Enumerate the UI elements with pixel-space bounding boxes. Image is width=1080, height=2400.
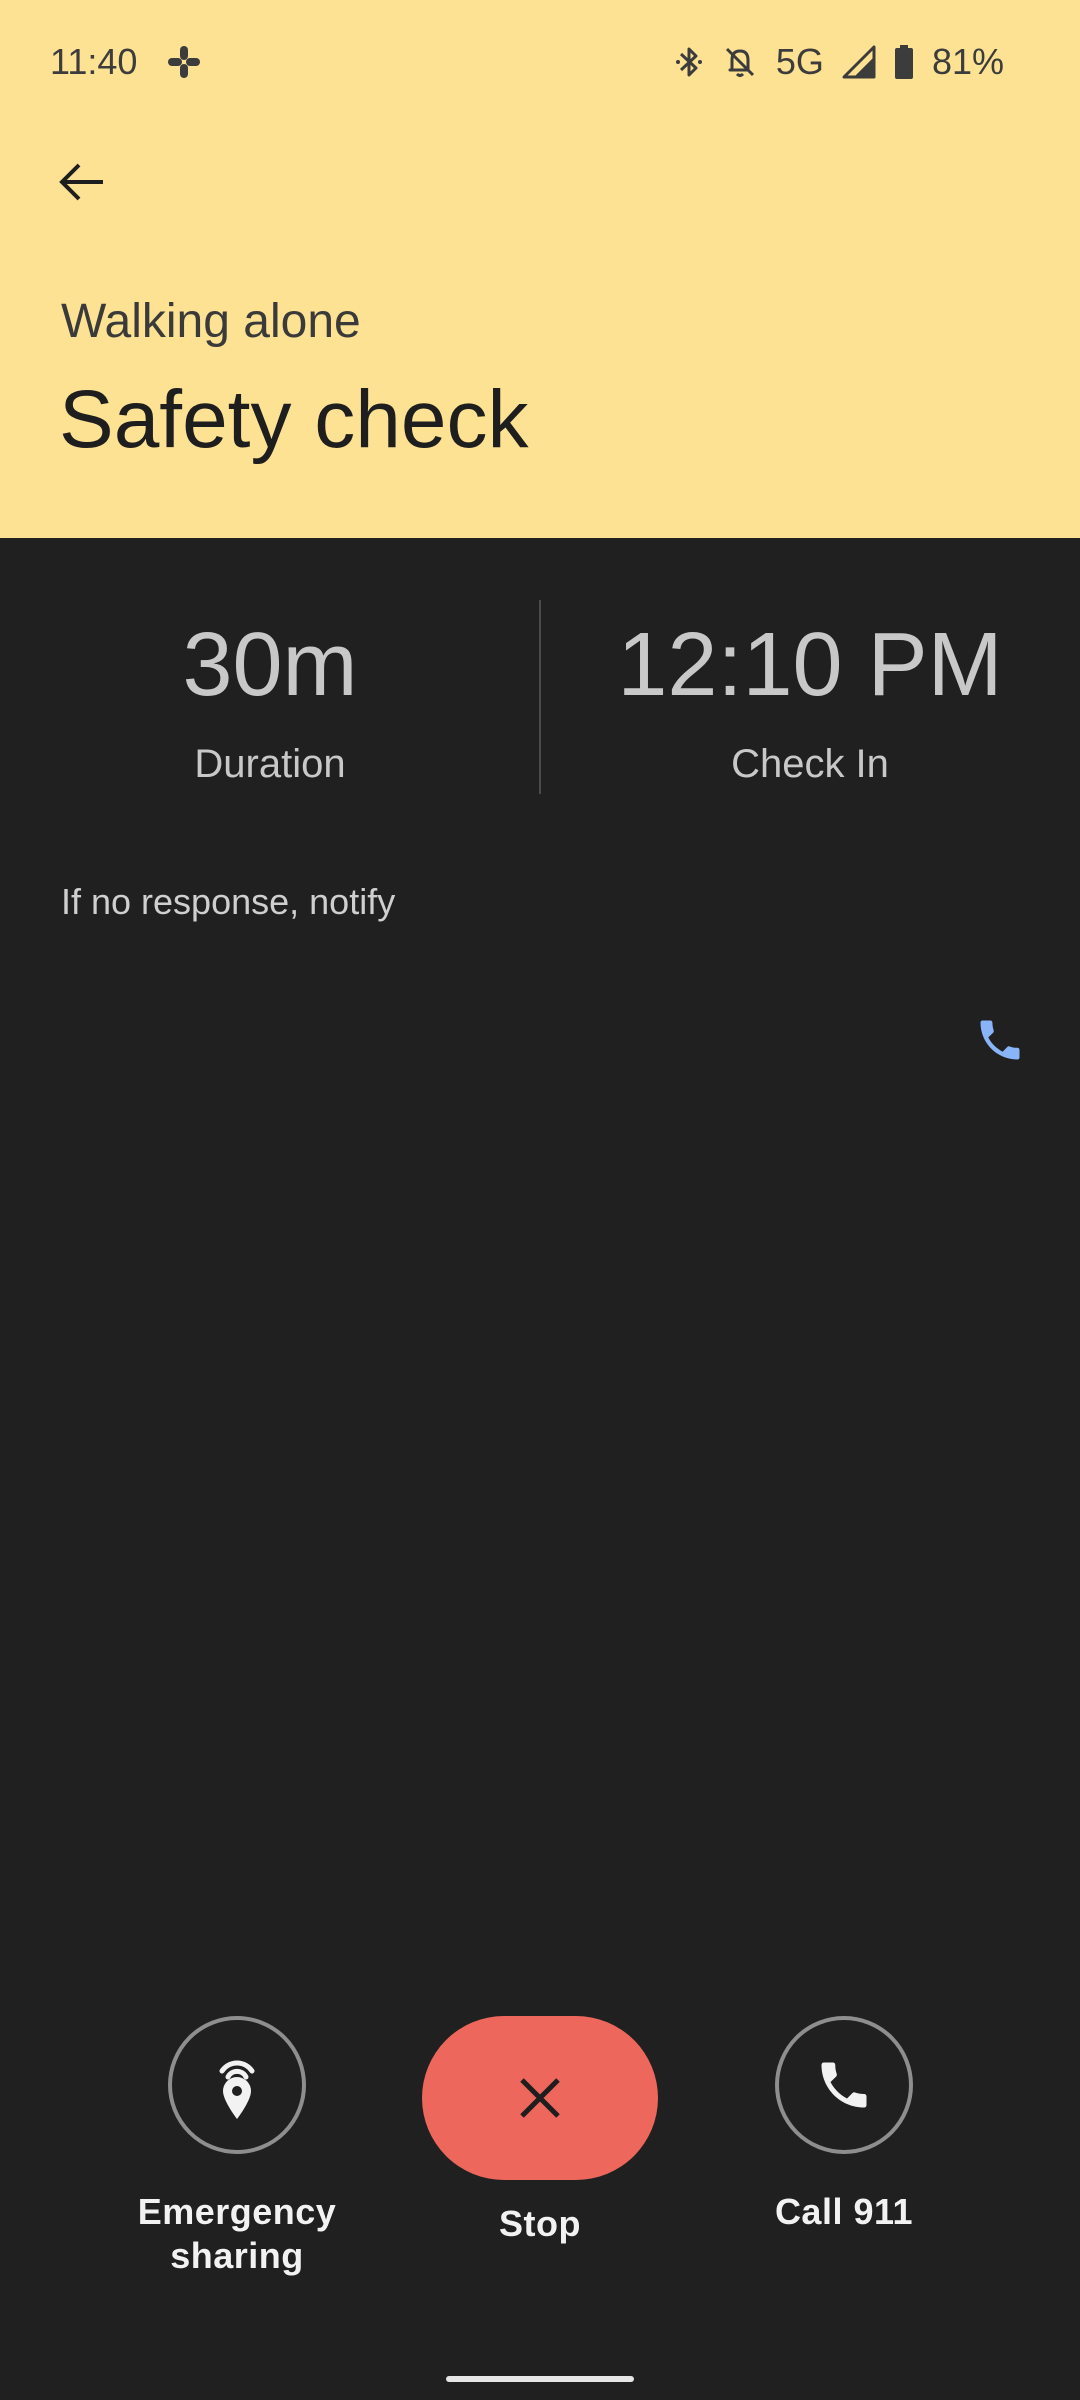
slack-icon [168, 46, 200, 78]
stop-action: Stop [422, 2016, 658, 2246]
check-in-stat[interactable]: 12:10 PM Check In [540, 600, 1080, 794]
phone-icon [821, 2062, 867, 2108]
emergency-sharing-action: Emergency sharing [110, 2016, 364, 2278]
call-911-button[interactable] [775, 2016, 913, 2154]
check-in-label: Check In [731, 742, 889, 786]
call-911-action: Call 911 [744, 2016, 944, 2234]
stop-label: Stop [499, 2203, 581, 2244]
back-button[interactable] [40, 140, 124, 224]
page-subtitle: Walking alone [61, 295, 361, 348]
header: 11:40 5G 81% Walking alone Safety check [0, 0, 1080, 538]
notifications-off-icon [725, 47, 754, 77]
signal-icon [842, 45, 876, 79]
duration-stat[interactable]: 30m Duration [0, 600, 540, 794]
location-broadcast-icon [219, 2060, 255, 2119]
battery-level: 81% [931, 41, 1004, 82]
home-indicator[interactable] [446, 2376, 634, 2382]
close-icon [520, 2078, 560, 2118]
status-time: 11:40 [50, 41, 138, 82]
bluetooth-icon [675, 47, 702, 77]
contact-call-button[interactable] [964, 1004, 1036, 1076]
phone-icon [980, 1020, 1020, 1060]
emergency-sharing-button[interactable] [168, 2016, 306, 2154]
status-bar: 11:40 5G 81% [0, 0, 1080, 124]
call-911-label: Call 911 [774, 2191, 914, 2232]
page-title: Safety check [59, 374, 529, 465]
check-in-value: 12:10 PM [617, 615, 1003, 715]
arrow-back-icon [59, 163, 103, 201]
stop-button[interactable] [422, 2016, 658, 2180]
duration-value: 30m [182, 615, 358, 715]
emergency-sharing-label: Emergency sharing [137, 2191, 337, 2276]
battery-icon [894, 45, 913, 79]
network-type: 5G [775, 41, 824, 82]
notify-label: If no response, notify [61, 881, 396, 922]
status-icons: 5G 81% [674, 38, 1004, 86]
duration-label: Duration [194, 742, 346, 786]
